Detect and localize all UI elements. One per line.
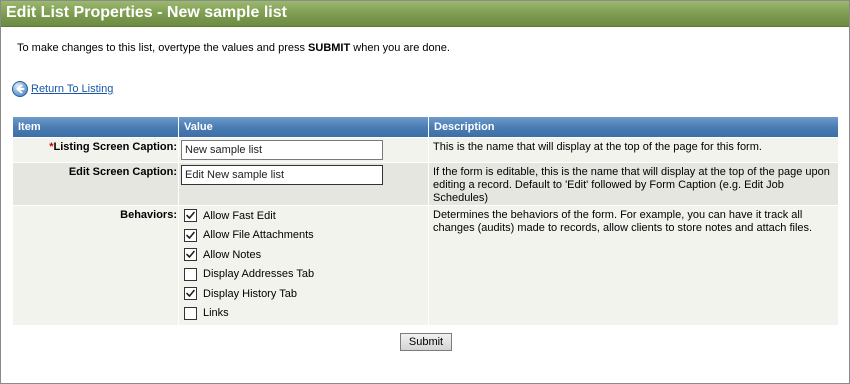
listing-caption-input[interactable] bbox=[181, 140, 383, 160]
behaviors-description: Determines the behaviors of the form. Fo… bbox=[429, 206, 838, 325]
edit-caption-input[interactable] bbox=[181, 165, 383, 185]
listing-caption-label: *Listing Screen Caption: bbox=[13, 138, 178, 162]
intro-text-after: when you are done. bbox=[350, 42, 450, 54]
option-links[interactable]: Links bbox=[181, 304, 426, 324]
edit-caption-label: Edit Screen Caption: bbox=[13, 163, 178, 205]
edit-caption-value-cell bbox=[179, 163, 428, 205]
display-addresses-tab-checkbox[interactable] bbox=[184, 267, 197, 281]
option-label: Display History Tab bbox=[203, 287, 297, 300]
table-row: *Listing Screen Caption: This is the nam… bbox=[13, 138, 838, 162]
display-history-tab-checkbox[interactable] bbox=[184, 287, 197, 301]
window-frame: Edit List Properties - New sample list T… bbox=[0, 0, 850, 384]
header-value: Value bbox=[179, 117, 428, 137]
page-title: Edit List Properties - New sample list bbox=[6, 4, 287, 21]
option-label: Allow Notes bbox=[203, 248, 262, 261]
return-to-listing-link[interactable]: Return To Listing bbox=[31, 83, 113, 95]
allow-notes-checkbox[interactable] bbox=[184, 248, 197, 262]
intro-text: To make changes to this list, overtype t… bbox=[17, 42, 450, 54]
allow-fast-edit-checkbox[interactable] bbox=[184, 209, 197, 223]
edit-caption-description: If the form is editable, this is the nam… bbox=[429, 163, 838, 205]
option-label: Allow File Attachments bbox=[203, 229, 314, 242]
behaviors-label-text: Behaviors: bbox=[120, 209, 177, 221]
option-allow-notes[interactable]: Allow Notes bbox=[181, 245, 426, 265]
table-header-row: Item Value Description bbox=[13, 117, 838, 137]
allow-file-attachments-checkbox[interactable] bbox=[184, 228, 197, 242]
links-checkbox[interactable] bbox=[184, 306, 197, 320]
listing-caption-description: This is the name that will display at th… bbox=[429, 138, 838, 162]
properties-table: Item Value Description *Listing Screen C… bbox=[12, 116, 839, 326]
table-row: Behaviors: Allow Fast Edit Allow File At… bbox=[13, 206, 838, 325]
title-bar: Edit List Properties - New sample list bbox=[1, 1, 849, 27]
table-row: Edit Screen Caption: If the form is edit… bbox=[13, 163, 838, 205]
option-label: Links bbox=[203, 307, 229, 320]
header-item: Item bbox=[13, 117, 178, 137]
header-description: Description bbox=[429, 117, 838, 137]
option-allow-fast-edit[interactable]: Allow Fast Edit bbox=[181, 206, 426, 226]
edit-caption-label-text: Edit Screen Caption: bbox=[68, 166, 177, 178]
behaviors-options: Allow Fast Edit Allow File Attachments A… bbox=[179, 206, 428, 325]
option-display-addresses-tab[interactable]: Display Addresses Tab bbox=[181, 265, 426, 285]
intro-text-before: To make changes to this list, overtype t… bbox=[17, 42, 309, 54]
back-arrow-icon[interactable] bbox=[12, 81, 28, 97]
listing-caption-label-text: Listing Screen Caption: bbox=[53, 141, 177, 153]
option-display-history-tab[interactable]: Display History Tab bbox=[181, 284, 426, 304]
option-label: Display Addresses Tab bbox=[203, 268, 315, 281]
listing-caption-value-cell bbox=[179, 138, 428, 162]
option-label: Allow Fast Edit bbox=[203, 209, 276, 222]
intro-submit-keyword: SUBMIT bbox=[308, 42, 351, 54]
behaviors-label: Behaviors: bbox=[13, 206, 178, 325]
return-to-listing[interactable]: Return To Listing bbox=[12, 80, 113, 98]
option-allow-file-attachments[interactable]: Allow File Attachments bbox=[181, 226, 426, 246]
submit-button[interactable]: Submit bbox=[400, 333, 452, 351]
